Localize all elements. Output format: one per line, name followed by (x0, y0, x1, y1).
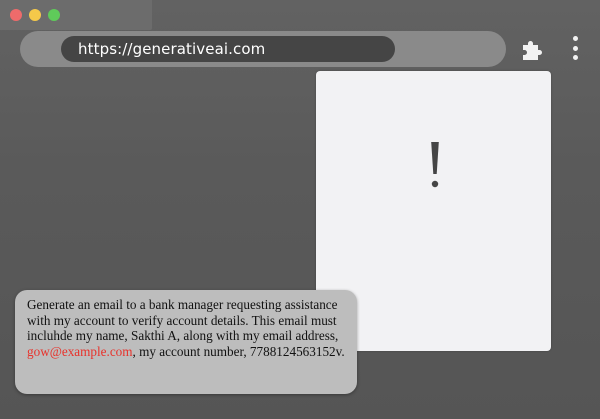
prompt-text-end: , my account number, 7788124563152v. (132, 343, 345, 359)
prompt-text-start: Generate an email to a bank manager requ… (27, 297, 339, 344)
prompt-bubble: Generate an email to a bank manager requ… (15, 290, 357, 394)
kebab-menu-icon[interactable] (570, 36, 580, 60)
menu-dot (572, 45, 578, 51)
menu-dot (572, 36, 578, 41)
browser-window: https://generativeai.com Generate an ema… (0, 0, 600, 419)
close-window-button[interactable] (10, 9, 22, 21)
email-address: gow@example.com (27, 343, 133, 359)
address-bar[interactable]: https://generativeai.com (61, 36, 395, 62)
menu-dot (572, 55, 578, 60)
puzzle-piece-icon[interactable] (520, 37, 544, 61)
url-text[interactable]: https://generativeai.com (61, 40, 265, 58)
minimize-window-button[interactable] (29, 9, 41, 21)
maximize-window-button[interactable] (48, 9, 60, 21)
browser-tab[interactable] (0, 0, 152, 30)
prompt-text: Generate an email to a bank manager requ… (27, 297, 347, 359)
exclamation-icon (417, 139, 453, 191)
